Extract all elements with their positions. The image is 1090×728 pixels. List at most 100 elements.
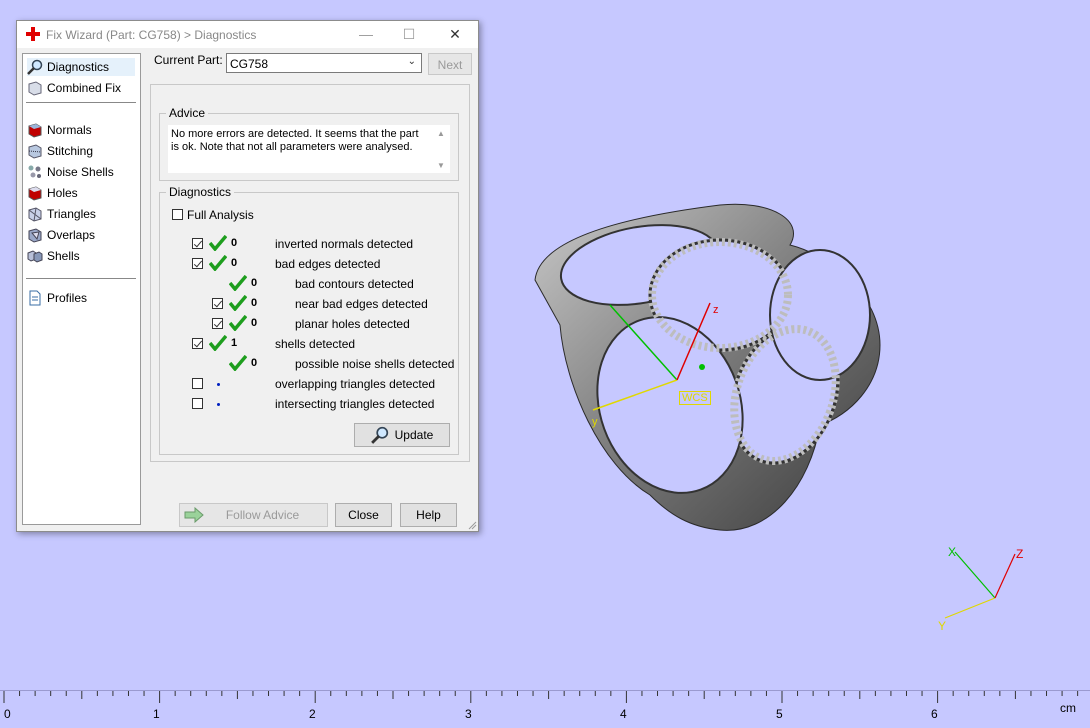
planar-holes-checkbox[interactable]: [212, 318, 223, 329]
pending-dot-icon: [217, 403, 220, 406]
check-icon: [209, 255, 227, 271]
pending-dot-icon: [217, 383, 220, 386]
normals-cube-icon: [28, 123, 42, 138]
inverted-normals-count: 0: [231, 237, 238, 249]
sidebar-item-label: Overlaps: [47, 228, 96, 242]
ruler-label-0: 0: [4, 707, 11, 721]
mini-axis-z-label: Z: [1016, 547, 1023, 561]
diagnostics-title: Diagnostics: [166, 185, 235, 199]
resize-grip-icon[interactable]: [467, 520, 477, 530]
ruler-label-4: 4: [620, 707, 627, 721]
current-part-select[interactable]: CG758 ⌄: [226, 53, 422, 73]
intersecting-triangles-label: intersecting triangles detected: [275, 397, 435, 411]
overlapping-triangles-checkbox[interactable]: [192, 378, 203, 389]
sidebar-item-shells[interactable]: Shells: [27, 247, 80, 265]
help-button[interactable]: Help: [400, 503, 457, 527]
triangles-icon: [28, 207, 42, 222]
close-window-button[interactable]: ✕: [444, 25, 466, 43]
inverted-normals-label: inverted normals detected: [275, 237, 414, 251]
follow-advice-button[interactable]: Follow Advice: [179, 503, 328, 527]
update-button[interactable]: Update: [354, 423, 450, 447]
wizard-sidebar: Diagnostics Combined Fix Normals Stitchi…: [22, 53, 141, 525]
bad-edges-checkbox[interactable]: [192, 258, 203, 269]
close-button[interactable]: Close: [335, 503, 392, 527]
holes-icon: [28, 186, 42, 201]
wcs-label: WCS: [679, 391, 711, 405]
current-part-label: Current Part:: [154, 53, 223, 67]
sidebar-item-overlaps[interactable]: Overlaps: [27, 226, 95, 244]
planar-holes-label: planar holes detected: [295, 317, 410, 331]
bad-contours-label: bad contours detected: [295, 277, 414, 291]
shells-icon: [27, 250, 43, 263]
advice-title: Advice: [166, 106, 209, 120]
magnifier-icon: [27, 59, 43, 75]
sidebar-divider: [26, 278, 136, 279]
next-button[interactable]: Next: [428, 53, 472, 75]
sidebar-item-label: Stitching: [47, 144, 94, 158]
arrow-right-icon: [184, 507, 204, 523]
scroll-down-icon[interactable]: ▼: [437, 161, 445, 170]
advice-textbox: No more errors are detected. It seems th…: [168, 125, 450, 173]
ruler-label-6: 6: [931, 707, 938, 721]
ruler-label-5: 5: [776, 707, 783, 721]
check-icon: [229, 275, 247, 291]
ruler: 0 1 2 3 4 5 6 cm: [0, 690, 1090, 728]
current-part-value: CG758: [230, 57, 269, 71]
red-cross-icon: [26, 27, 40, 41]
sidebar-item-label: Normals: [47, 123, 92, 137]
sidebar-item-holes[interactable]: Holes: [27, 184, 78, 202]
sidebar-item-stitching[interactable]: Stitching: [27, 142, 93, 160]
near-bad-edges-checkbox[interactable]: [212, 298, 223, 309]
sidebar-item-diagnostics[interactable]: Diagnostics: [27, 58, 135, 76]
shells-checkbox[interactable]: [192, 338, 203, 349]
ring-model[interactable]: z y: [520, 185, 900, 545]
near-bad-edges-label: near bad edges detected: [295, 297, 428, 311]
bad-contours-count: 0: [251, 277, 258, 289]
window-title: Fix Wizard (Part: CG758) > Diagnostics: [46, 28, 257, 42]
magnifier-icon: [370, 426, 388, 444]
sidebar-item-combined-fix[interactable]: Combined Fix: [27, 79, 121, 97]
sidebar-item-label: Profiles: [47, 291, 88, 305]
ruler-label-2: 2: [309, 707, 316, 721]
sidebar-item-label: Diagnostics: [47, 60, 110, 74]
sidebar-divider: [26, 102, 136, 103]
full-analysis-checkbox[interactable]: [172, 209, 183, 220]
shells-count: 1: [231, 337, 238, 349]
ruler-label-3: 3: [465, 707, 472, 721]
sidebar-item-label: Holes: [47, 186, 78, 200]
advice-group: Advice No more errors are detected. It s…: [159, 106, 459, 181]
check-icon: [229, 355, 247, 371]
inverted-normals-checkbox[interactable]: [192, 238, 203, 249]
ruler-unit: cm: [1060, 701, 1076, 715]
overlapping-triangles-label: overlapping triangles detected: [275, 377, 436, 391]
update-label: Update: [394, 428, 434, 442]
orientation-axes: X Y Z: [938, 545, 1023, 633]
sidebar-item-noise-shells[interactable]: Noise Shells: [27, 163, 114, 181]
shells-label: shells detected: [275, 337, 356, 351]
follow-advice-label: Follow Advice: [225, 508, 300, 522]
maximize-button[interactable]: ☐: [398, 25, 420, 43]
scroll-up-icon[interactable]: ▲: [437, 129, 445, 138]
sidebar-item-profiles[interactable]: Profiles: [27, 289, 87, 307]
advice-scrollbar[interactable]: ▲ ▼: [433, 125, 450, 173]
check-icon: [229, 295, 247, 311]
minimize-button[interactable]: —: [355, 25, 377, 43]
chevron-down-icon: ⌄: [407, 56, 416, 67]
intersecting-triangles-checkbox[interactable]: [192, 398, 203, 409]
sidebar-item-normals[interactable]: Normals: [27, 121, 92, 139]
ruler-ticks: [3, 691, 1079, 703]
mini-axis-x-label: X: [948, 545, 956, 559]
title-bar[interactable]: Fix Wizard (Part: CG758) > Diagnostics —…: [17, 21, 478, 48]
check-icon: [209, 235, 227, 251]
noise-shells-count: 0: [251, 357, 258, 369]
document-icon: [29, 290, 41, 306]
bad-edges-count: 0: [231, 257, 238, 269]
advice-text: No more errors are detected. It seems th…: [171, 128, 419, 153]
sidebar-item-label: Triangles: [47, 207, 96, 221]
planar-holes-count: 0: [251, 317, 258, 329]
overlaps-icon: [28, 228, 42, 243]
near-bad-edges-count: 0: [251, 297, 258, 309]
noise-shells-icon: [28, 165, 41, 178]
full-analysis-label: Full Analysis: [187, 208, 254, 222]
sidebar-item-triangles[interactable]: Triangles: [27, 205, 96, 223]
